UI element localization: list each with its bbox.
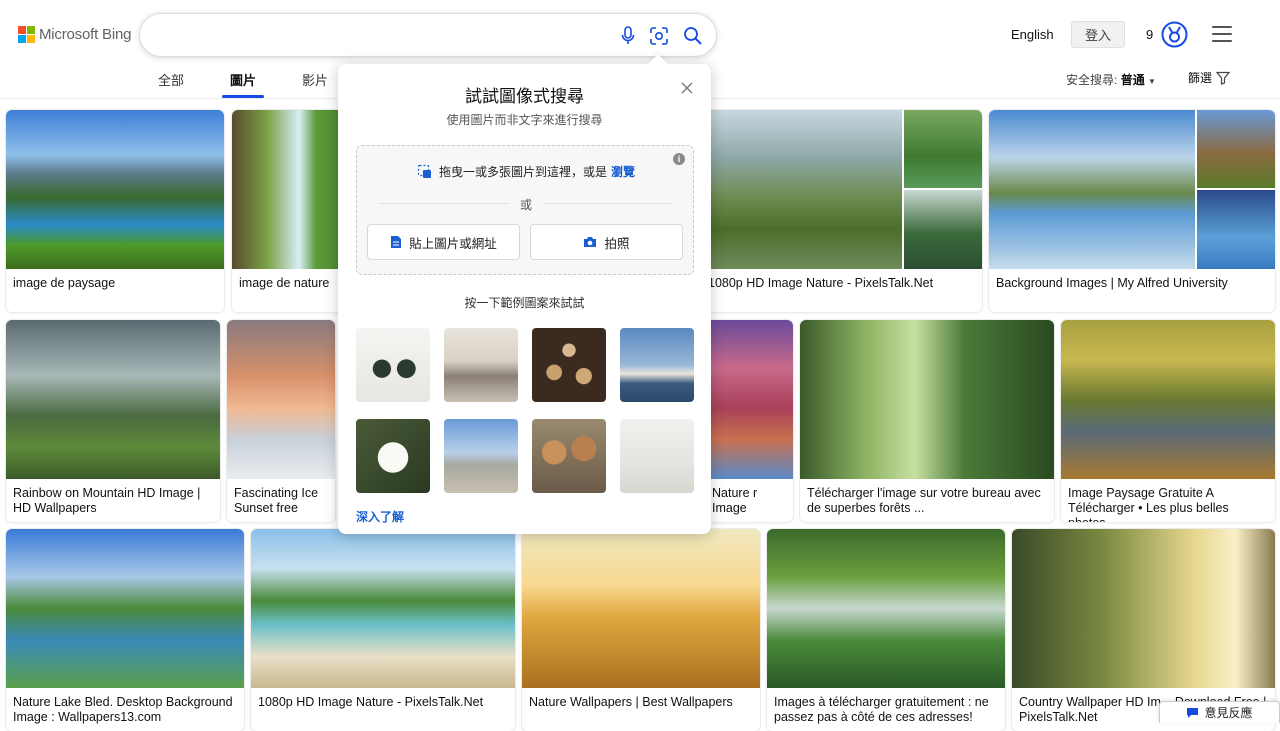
sample-white-chair[interactable] [620,419,694,493]
popup-title: 試試圖像式搜尋 [465,87,584,106]
search-icon[interactable] [682,25,704,47]
result-tile[interactable]: Rainbow on Mountain HD Image | HD Wallpa… [6,320,220,522]
result-tile[interactable]: Nature Lake Bled. Desktop Background Ima… [6,529,244,731]
result-caption[interactable]: image de paysage [13,276,218,291]
sample-sydney-opera-house[interactable] [620,328,694,402]
sample-white-rose[interactable] [356,419,430,493]
filter-label: 篩選 [1188,71,1213,85]
bing-logo[interactable]: Microsoft Bing [18,26,131,43]
rewards-count[interactable]: 9 [1146,27,1153,42]
sample-dining-room[interactable] [444,328,518,402]
filter-button[interactable]: 篩選 [1188,69,1231,86]
microsoft-logo-icon [18,26,35,43]
drag-image-icon [417,164,431,178]
result-caption[interactable]: Fascinating Ice Sunset free [234,486,329,516]
paste-image-button[interactable]: 貼上圖片或網址 [367,224,520,260]
language-link[interactable]: English [1011,27,1054,42]
result-tile[interactable]: 1080p HD Image Nature - PixelsTalk.Net [251,529,515,731]
tab-videos[interactable]: 影片 [294,68,336,97]
paste-button-label: 貼上圖片或網址 [409,236,497,251]
safe-search-value: 普通 [1120,73,1145,87]
result-image-thumb[interactable] [904,190,982,269]
sample-dogs[interactable] [532,419,606,493]
visual-search-popup: 試試圖像式搜尋 使用圖片而非文字來進行搜尋 i 拖曳一或多張圖片到這裡，或是 瀏… [338,54,711,534]
popup-subtitle: 使用圖片而非文字來進行搜尋 [446,113,603,127]
search-input[interactable] [158,24,608,46]
result-tile[interactable]: image de paysage [6,110,224,312]
safe-search-label: 安全搜尋: [1066,73,1118,87]
or-divider: 或 [357,196,695,213]
sample-coffee-cups[interactable] [532,328,606,402]
chevron-down-icon: ▼ [1148,77,1156,86]
result-caption[interactable]: Nature Wallpapers | Best Wallpapers [529,695,754,710]
try-samples-text: 按一下範例圖案來試試 [464,296,585,310]
camera-icon [584,237,597,247]
safe-search-dropdown[interactable]: 安全搜尋: 普通 ▼ [1066,71,1156,88]
result-image-thumb[interactable] [1197,190,1275,269]
result-caption[interactable]: Image Paysage Gratuite A Télécharger • L… [1068,486,1269,522]
sample-louvre-pyramid[interactable] [444,419,518,493]
vertical-tabs: 全部 圖片 影片 [150,68,366,98]
result-image[interactable] [989,110,1195,269]
result-image[interactable] [6,110,224,269]
result-image[interactable] [1012,529,1275,688]
result-tile[interactable]: Télécharger l'image sur votre bureau ave… [800,320,1054,522]
result-image[interactable] [522,529,760,688]
result-image[interactable] [767,529,1005,688]
rewards-medal-icon[interactable] [1161,21,1188,48]
result-caption[interactable]: Télécharger l'image sur votre bureau ave… [807,486,1048,516]
browse-link[interactable]: 瀏覽 [611,163,635,180]
result-image[interactable] [6,320,220,479]
chat-bubble-icon [1187,707,1199,718]
result-image-thumb[interactable] [1197,110,1275,188]
result-caption[interactable]: Nature Lake Bled. Desktop Background Ima… [13,695,238,725]
result-image[interactable] [227,320,335,479]
result-caption[interactable]: 1080p HD Image Nature - PixelsTalk.Net [258,695,509,710]
microphone-icon[interactable] [617,25,639,47]
funnel-icon [1216,71,1231,85]
result-image-thumb[interactable] [904,110,982,188]
camera-button-label: 拍照 [604,236,630,251]
image-drop-zone[interactable]: i 拖曳一或多張圖片到這裡，或是 瀏覽 或 貼上圖片或網址 拍照 [356,145,694,275]
close-icon[interactable] [680,81,694,95]
result-caption[interactable]: Nature r Image [712,486,787,516]
feedback-label: 意見反應 [1204,706,1253,720]
drop-text: 拖曳一或多張圖片到這裡，或是 [438,165,607,179]
tab-all[interactable]: 全部 [150,68,192,97]
result-image[interactable] [6,529,244,688]
learn-more-link[interactable]: 深入了解 [356,508,404,525]
result-tile[interactable]: Background Images | My Alfred University [989,110,1275,312]
result-caption[interactable]: Rainbow on Mountain HD Image | HD Wallpa… [13,486,214,516]
result-tile[interactable]: Images à télécharger gratuitement : ne p… [767,529,1005,731]
search-bar[interactable] [139,13,717,57]
result-caption[interactable]: 1080p HD Image Nature - PixelsTalk.Net [708,276,976,291]
document-icon [391,236,402,248]
logo-text: Microsoft Bing [39,26,132,43]
signin-button[interactable]: 登入 [1071,21,1125,48]
take-photo-button[interactable]: 拍照 [530,224,683,260]
result-image[interactable] [1061,320,1275,479]
result-tile[interactable]: Image Paysage Gratuite A Télécharger • L… [1061,320,1275,522]
result-caption[interactable]: Background Images | My Alfred University [996,276,1269,291]
result-image[interactable] [251,529,515,688]
result-tile[interactable]: Nature Wallpapers | Best Wallpapers [522,529,760,731]
hamburger-menu-icon[interactable] [1212,26,1232,42]
result-tile[interactable]: Fascinating Ice Sunset free [227,320,335,522]
tab-images[interactable]: 圖片 [222,68,265,98]
visual-search-icon[interactable] [648,25,670,47]
result-caption[interactable]: Images à télécharger gratuitement : ne p… [774,695,999,725]
sample-sunglasses[interactable] [356,328,430,402]
result-image[interactable] [800,320,1054,479]
